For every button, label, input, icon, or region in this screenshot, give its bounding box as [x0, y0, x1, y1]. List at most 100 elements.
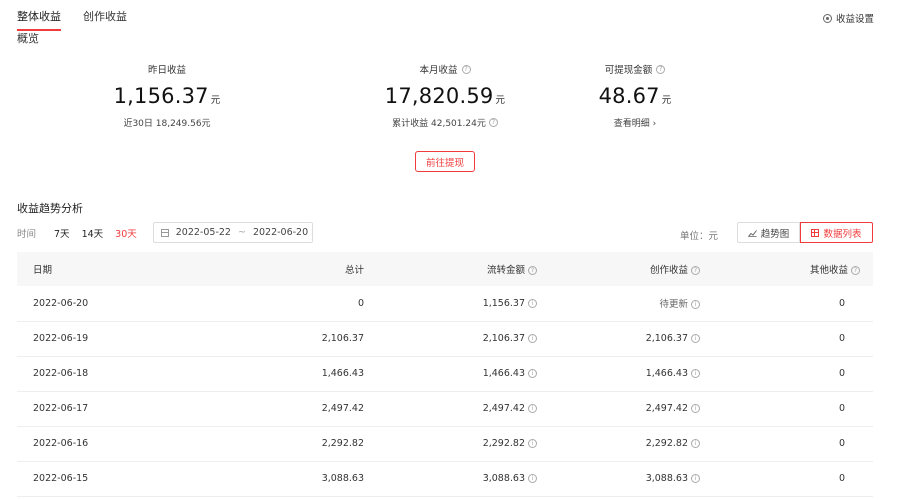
info-icon[interactable]: i — [691, 474, 700, 483]
cell-date: 2022-06-19 — [17, 321, 207, 356]
header-create-label: 创作收益 — [649, 265, 688, 276]
trend-analysis-title: 收益趋势分析 — [17, 202, 83, 215]
cell-other-value: 0 — [838, 403, 845, 414]
cell-other: 0 — [700, 356, 873, 391]
question-icon[interactable]: ? — [488, 118, 498, 127]
cell-total-value: 0 — [357, 297, 364, 309]
cell-total: 2,497.42 — [207, 391, 364, 426]
trend-chart-icon — [747, 229, 757, 237]
cell-total: 2,106.37 — [207, 321, 364, 356]
header-create: 创作收益? — [537, 252, 700, 286]
table-row: 2022-06-20 0 1,156.37 i 待更新 i 0 — [17, 286, 873, 321]
range-7-days[interactable]: 7天 — [54, 226, 70, 240]
cell-flow: 1,466.43 i — [364, 356, 537, 391]
stat-yesterday-value: 1,156.37 — [113, 84, 209, 108]
cell-total-value: 2,497.42 — [321, 403, 364, 414]
info-icon[interactable]: i — [528, 474, 537, 483]
tab-overall-income[interactable]: 整体收益 — [17, 8, 61, 31]
cell-date-value: 2022-06-15 — [33, 473, 89, 484]
cell-flow-value: 2,292.82 — [482, 438, 525, 449]
unit-label: 单位：元 — [680, 231, 719, 242]
time-filter-bar: 时间 7天 14天 30天 2022-05-22 ~ 2022-06-20 — [17, 222, 313, 243]
view-details-link[interactable]: 查看明细 › — [560, 116, 710, 129]
header-total: 总计 — [344, 265, 364, 276]
income-settings-label: 收益设置 — [835, 14, 874, 25]
cell-other: 0 — [700, 321, 873, 356]
info-icon[interactable]: i — [691, 404, 700, 413]
view-toggle: 趋势图 数据列表 — [737, 222, 873, 243]
date-separator: ~ — [237, 227, 246, 238]
time-label: 时间 — [17, 228, 37, 240]
stat-yesterday-value-row: 1,156.37 元 — [92, 84, 242, 108]
header-flow-label: 流转金额 — [486, 265, 525, 276]
info-icon[interactable]: i — [528, 334, 537, 343]
cell-total-value: 3,088.63 — [321, 473, 364, 484]
cell-date: 2022-06-20 — [17, 286, 207, 321]
table-header-row: 日期 总计 流转金额? 创作收益? 其他收益? — [17, 252, 873, 286]
data-list-button[interactable]: 数据列表 — [800, 222, 873, 243]
cell-create: 3,088.63 i — [537, 461, 700, 496]
cell-flow: 3,088.63 i — [364, 461, 537, 496]
cell-other-value: 0 — [838, 438, 845, 449]
cell-total: 3,088.63 — [207, 461, 364, 496]
income-settings-link[interactable]: 收益设置 — [822, 11, 874, 25]
settings-icon — [822, 13, 832, 23]
tab-creation-income[interactable]: 创作收益 — [83, 8, 127, 31]
stat-withdrawable-value: 48.67 — [598, 84, 660, 108]
cell-date-value: 2022-06-20 — [33, 297, 89, 309]
cell-date-value: 2022-06-18 — [33, 368, 89, 379]
cell-other: 0 — [700, 461, 873, 496]
question-icon[interactable]: ? — [528, 266, 537, 275]
cell-date-value: 2022-06-19 — [33, 333, 89, 344]
cell-flow-value: 2,106.37 — [482, 333, 525, 344]
trend-chart-button[interactable]: 趋势图 — [737, 222, 800, 243]
table-row: 2022-06-19 2,106.37 2,106.37 i 2,106.37 i 0 — [17, 321, 873, 356]
info-icon[interactable]: i — [528, 404, 537, 413]
cell-create-value: 2,106.37 — [645, 333, 688, 344]
cell-flow-value: 2,497.42 — [482, 403, 525, 414]
stat-withdrawable-value-row: 48.67 元 — [560, 84, 710, 108]
info-icon[interactable]: i — [528, 298, 537, 308]
cell-create: 2,497.42 i — [537, 391, 700, 426]
date-end: 2022-06-20 — [252, 227, 309, 238]
cell-total-value: 1,466.43 — [321, 368, 364, 379]
info-icon[interactable]: i — [528, 369, 537, 378]
cell-other-value: 0 — [838, 368, 845, 379]
stat-withdrawable: 可提现金额 ? 48.67 元 查看明细 › — [560, 62, 710, 129]
cell-other-value: 0 — [838, 333, 845, 344]
overview-heading: 概览 — [17, 32, 39, 45]
table-row: 2022-06-18 1,466.43 1,466.43 i 1,466.43 i 0 — [17, 356, 873, 391]
cell-create: 1,466.43 i — [537, 356, 700, 391]
cell-create-value: 1,466.43 — [645, 368, 688, 379]
question-icon[interactable]: ? — [656, 64, 666, 74]
info-icon[interactable]: i — [691, 300, 700, 310]
stat-month-label: 本月收益 — [419, 65, 458, 76]
info-icon[interactable]: i — [691, 334, 700, 343]
question-icon[interactable]: ? — [851, 266, 860, 275]
range-14-days[interactable]: 14天 — [82, 226, 104, 240]
question-icon[interactable]: ? — [691, 266, 700, 275]
date-start: 2022-05-22 — [175, 227, 231, 238]
question-icon[interactable]: ? — [461, 64, 471, 74]
date-range-picker[interactable]: 2022-05-22 ~ 2022-06-20 — [152, 222, 313, 243]
table-row: 2022-06-16 2,292.82 2,292.82 i 2,292.82 i 0 — [17, 426, 873, 461]
info-icon[interactable]: i — [691, 439, 700, 448]
data-list-label: 数据列表 — [823, 228, 862, 240]
cell-total: 2,292.82 — [207, 426, 364, 461]
range-30-days[interactable]: 30天 — [115, 226, 137, 240]
go-withdraw-button[interactable]: 前往提现 — [415, 151, 475, 172]
cell-date: 2022-06-18 — [17, 356, 207, 391]
cell-total: 1,466.43 — [207, 356, 364, 391]
cell-flow: 2,292.82 i — [364, 426, 537, 461]
cell-other-value: 0 — [838, 297, 845, 309]
info-icon[interactable]: i — [691, 369, 700, 378]
cell-date-value: 2022-06-16 — [33, 438, 89, 449]
cell-date-value: 2022-06-17 — [33, 403, 89, 414]
stat-withdrawable-label-row: 可提现金额 ? — [560, 62, 710, 76]
stat-yesterday-sub: 近30日 18,249.56元 — [123, 119, 211, 129]
cell-create-value: 2,497.42 — [645, 403, 688, 414]
cell-date: 2022-06-17 — [17, 391, 207, 426]
stat-yesterday: 昨日收益 1,156.37 元 近30日 18,249.56元 — [92, 62, 242, 129]
stat-month-sub-row: 累计收益 42,501.24元 ? — [370, 116, 520, 129]
info-icon[interactable]: i — [528, 439, 537, 448]
